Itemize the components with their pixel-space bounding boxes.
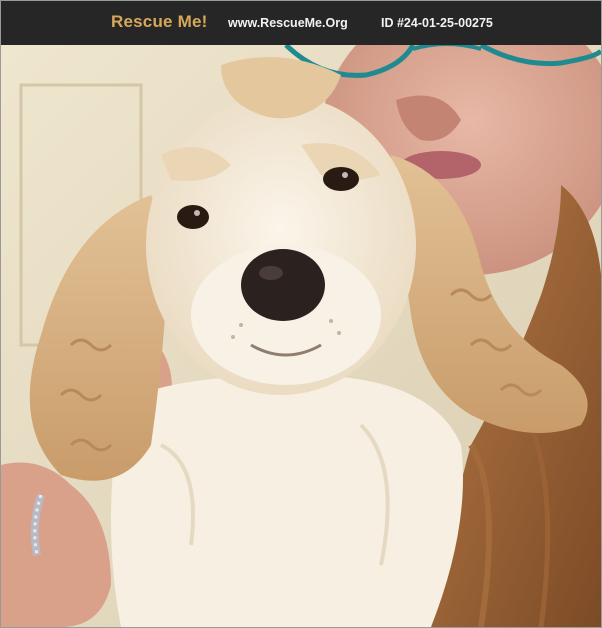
puppy-left-eye <box>177 205 209 229</box>
listing-card: Rescue Me! www.RescueMe.Org ID #24-01-25… <box>0 0 602 628</box>
pet-photo <box>1 45 601 627</box>
header-banner: Rescue Me! www.RescueMe.Org ID #24-01-25… <box>1 1 601 45</box>
site-url[interactable]: www.RescueMe.Org <box>228 16 348 30</box>
puppy-body <box>111 375 463 627</box>
rescue-me-logo[interactable]: Rescue Me! <box>111 12 207 32</box>
pet-id-label: ID #24-01-25-00275 <box>381 16 493 30</box>
puppy-right-eye <box>323 167 359 191</box>
puppy-nose <box>241 249 325 321</box>
